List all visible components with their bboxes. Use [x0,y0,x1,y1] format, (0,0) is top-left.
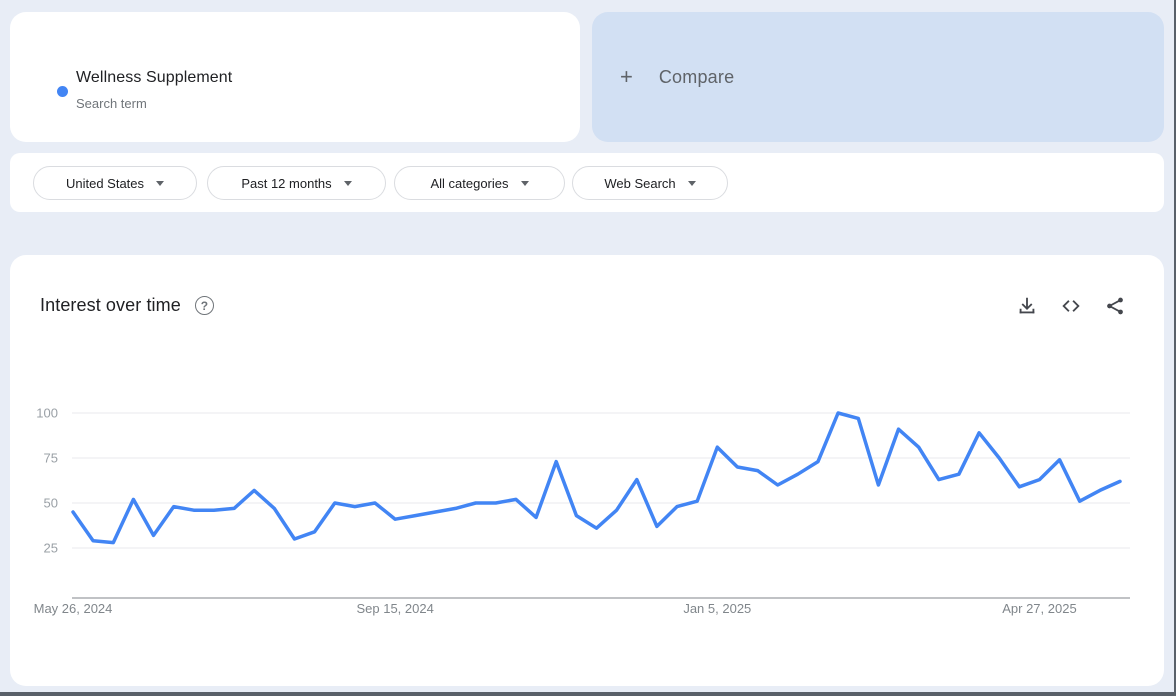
search-term-type-label: Search term [76,96,147,111]
download-icon[interactable] [1016,295,1038,317]
x-axis-tick-label: Jan 5, 2025 [683,601,751,616]
time-range-filter-dropdown[interactable]: Past 12 months [207,166,386,200]
chevron-down-icon [156,180,165,186]
compare-label: Compare [658,66,735,87]
google-trends-explore-page: Wellness Supplement Search term + Compar… [0,0,1176,696]
x-axis-tick-label: Apr 27, 2025 [1002,601,1076,616]
search-term-title: Wellness Supplement [76,69,233,86]
chevron-down-icon [343,180,352,186]
chart-title: Interest over time [40,295,181,315]
trend-line [71,411,1122,545]
share-icon[interactable] [1104,295,1126,317]
embed-icon[interactable] [1060,295,1082,317]
time-range-filter-label: Past 12 months [241,175,332,191]
interest-line-chart: 25 50 75 100 May 26, 2024 Sep 15, 2024 Jan 5, … [34,406,1130,616]
category-filter-label: All categories [430,175,509,191]
geo-filter-label: United States [65,175,145,191]
x-axis-tick-label: May 26, 2024 [34,601,113,616]
geo-filter-dropdown[interactable]: United States [33,166,197,200]
x-axis-tick-label: Sep 15, 2024 [356,601,433,616]
search-term-card[interactable]: Wellness Supplement Search term [10,12,580,142]
y-axis-tick-label: 100 [36,406,58,421]
chevron-down-icon [687,180,696,186]
y-axis-tick-label: 25 [44,541,58,556]
search-type-filter-label: Web Search [604,175,676,191]
y-axis-tick-label: 50 [44,496,58,511]
add-comparison-card[interactable]: + Compare [592,12,1164,142]
interest-over-time-card: Interest over time ? 25 50 75 100 May 26… [10,255,1164,686]
search-type-filter-dropdown[interactable]: Web Search [572,166,728,200]
category-filter-dropdown[interactable]: All categories [394,166,565,200]
series-color-dot-icon [57,86,68,97]
filter-bar: United States Past 12 months All categor… [10,153,1164,212]
y-axis-tick-label: 75 [44,451,58,466]
help-icon[interactable]: ? [194,296,214,315]
plus-icon: + [620,64,633,89]
chevron-down-icon [520,180,529,186]
